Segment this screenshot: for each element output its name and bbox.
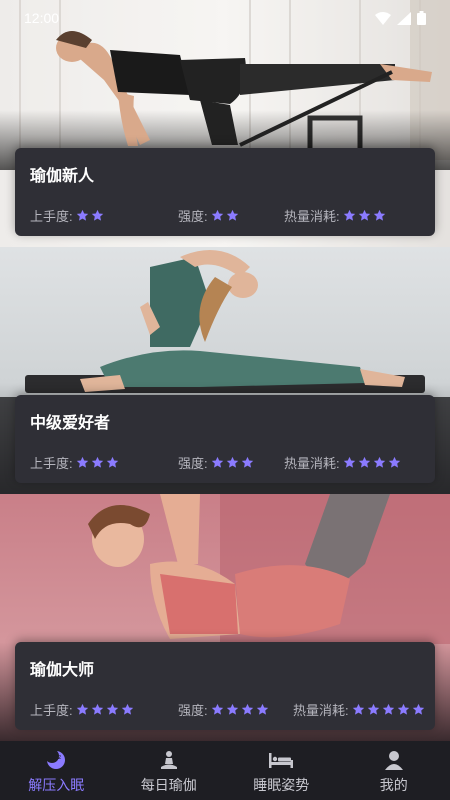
star-icon xyxy=(374,209,386,221)
program-info-card: 中级爱好者 上手度: 强度: 热量消耗: xyxy=(15,395,435,483)
star-rating xyxy=(343,209,388,225)
program-title: 瑜伽新人 xyxy=(30,168,95,185)
stat-difficulty: 上手度: xyxy=(30,206,106,225)
stat-intensity: 强度: xyxy=(178,206,241,225)
star-rating xyxy=(352,703,427,719)
stat-intensity: 强度: xyxy=(178,453,256,472)
program-info-card: 瑜伽新人 上手度: 强度: 热量消耗: xyxy=(15,148,435,236)
stat-label: 热量消耗: xyxy=(284,209,340,224)
user-icon xyxy=(384,750,404,770)
star-icon xyxy=(353,703,365,715)
stat-label: 强度: xyxy=(178,209,208,224)
stat-label: 热量消耗: xyxy=(284,456,340,471)
stat-difficulty: 上手度: xyxy=(30,700,136,719)
star-icon xyxy=(227,703,239,715)
stat-calories: 热量消耗: xyxy=(284,206,388,225)
stat-label: 强度: xyxy=(178,456,208,471)
stat-difficulty: 上手度: xyxy=(30,453,121,472)
star-icon xyxy=(92,456,104,468)
star-rating xyxy=(76,703,136,719)
tab-sleep-posture[interactable]: 睡眠姿势 xyxy=(225,741,338,800)
meditation-pose-icon xyxy=(159,750,179,770)
tab-profile[interactable]: 我的 xyxy=(338,741,450,800)
bed-icon xyxy=(268,750,294,770)
star-rating xyxy=(211,209,241,225)
tab-label: 解压入眠 xyxy=(28,777,85,793)
star-rating xyxy=(76,209,106,225)
stat-calories: 热量消耗: xyxy=(284,453,403,472)
tab-label: 每日瑜伽 xyxy=(140,777,197,793)
star-icon xyxy=(77,703,89,715)
star-icon xyxy=(398,703,410,715)
star-rating xyxy=(76,456,121,472)
star-icon xyxy=(368,703,380,715)
stat-label: 上手度: xyxy=(30,456,73,471)
star-rating xyxy=(211,456,256,472)
system-icons xyxy=(375,11,426,25)
program-card-master[interactable]: 瑜伽大师 上手度: 强度: 热量消耗: xyxy=(0,494,450,741)
signal-icon xyxy=(397,11,411,25)
star-icon xyxy=(77,209,89,221)
star-rating xyxy=(343,456,403,472)
status-bar: 12:00 xyxy=(0,0,450,36)
star-icon xyxy=(212,456,224,468)
star-icon xyxy=(212,209,224,221)
wifi-icon xyxy=(375,11,391,25)
tab-relax-sleep[interactable]: z 解压入眠 xyxy=(0,741,113,800)
star-icon xyxy=(227,456,239,468)
star-icon xyxy=(257,703,269,715)
star-icon xyxy=(92,209,104,221)
bottom-tab-bar: z 解压入眠 每日瑜伽 睡眠姿势 我的 xyxy=(0,741,450,800)
star-rating xyxy=(211,703,271,719)
star-icon xyxy=(242,456,254,468)
star-icon xyxy=(77,456,89,468)
star-icon xyxy=(344,456,356,468)
stat-calories: 热量消耗: xyxy=(293,700,427,719)
program-info-card: 瑜伽大师 上手度: 强度: 热量消耗: xyxy=(15,642,435,730)
stat-label: 热量消耗: xyxy=(293,703,349,718)
star-icon xyxy=(122,703,134,715)
star-icon xyxy=(344,209,356,221)
star-icon xyxy=(383,703,395,715)
tab-label: 睡眠姿势 xyxy=(253,777,310,793)
program-card-intermediate[interactable]: 中级爱好者 上手度: 强度: 热量消耗: xyxy=(0,247,450,494)
status-time: 12:00 xyxy=(24,10,60,26)
tab-label: 我的 xyxy=(379,777,408,793)
star-icon xyxy=(374,456,386,468)
star-icon xyxy=(359,209,371,221)
stat-label: 上手度: xyxy=(30,703,73,718)
star-icon xyxy=(359,456,371,468)
stat-label: 上手度: xyxy=(30,209,73,224)
moon-icon: z xyxy=(46,750,66,770)
star-icon xyxy=(389,456,401,468)
star-icon xyxy=(413,703,425,715)
tab-daily-yoga[interactable]: 每日瑜伽 xyxy=(113,741,226,800)
star-icon xyxy=(92,703,104,715)
program-title: 瑜伽大师 xyxy=(30,662,95,679)
star-icon xyxy=(227,209,239,221)
star-icon xyxy=(212,703,224,715)
program-title: 中级爱好者 xyxy=(30,415,111,432)
star-icon xyxy=(107,703,119,715)
stat-intensity: 强度: xyxy=(178,700,271,719)
star-icon xyxy=(107,456,119,468)
battery-icon xyxy=(417,11,426,25)
star-icon xyxy=(242,703,254,715)
stat-label: 强度: xyxy=(178,703,208,718)
svg-text:z: z xyxy=(58,754,61,761)
program-card-beginner[interactable]: 瑜伽新人 上手度: 强度: 热量消耗: xyxy=(0,0,450,247)
